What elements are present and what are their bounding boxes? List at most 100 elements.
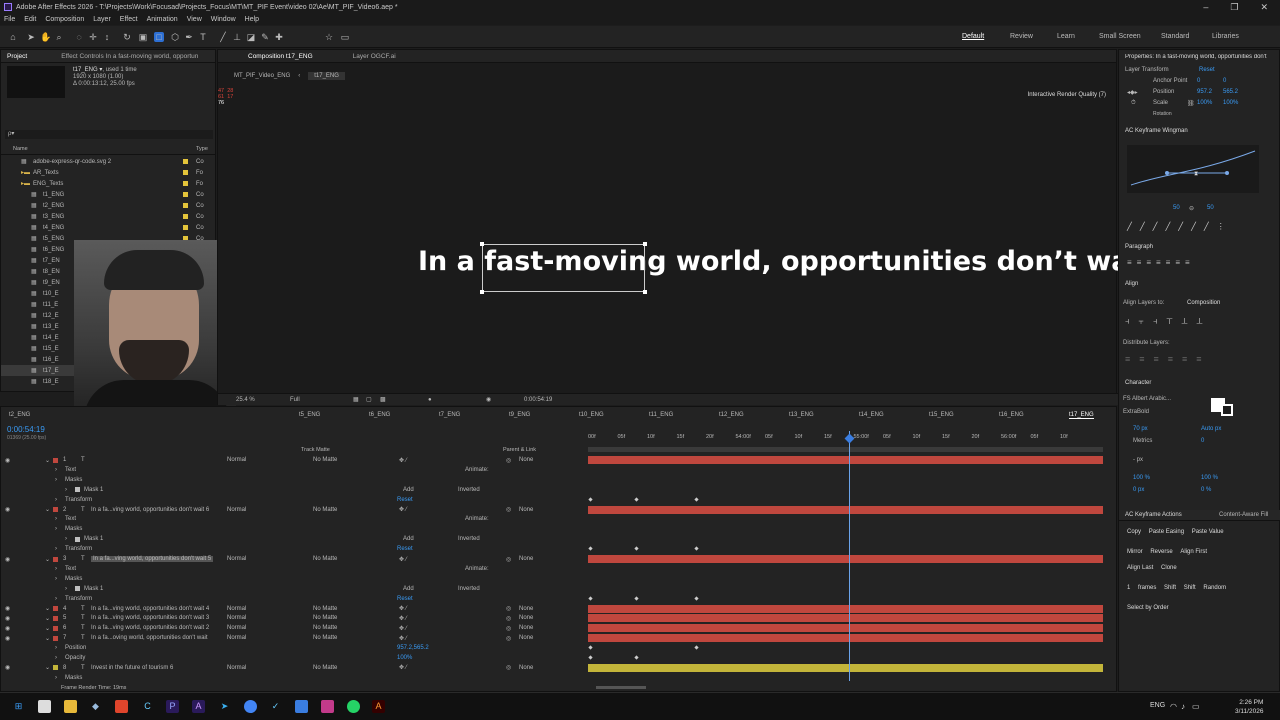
position-x-field[interactable]: 957.2 bbox=[1197, 89, 1212, 95]
layer-name[interactable]: In a fa...oving world, opportunities don… bbox=[91, 635, 208, 641]
layer-duration-bar[interactable] bbox=[588, 505, 1103, 514]
menu-window[interactable]: Window bbox=[211, 16, 236, 23]
switches-icon[interactable]: ✥ ⁄ bbox=[399, 625, 407, 632]
menu-layer[interactable]: Layer bbox=[93, 16, 111, 23]
mask-mode-dropdown[interactable]: Add bbox=[403, 536, 414, 542]
random-button[interactable]: Random bbox=[1203, 585, 1226, 591]
project-tab[interactable]: Project bbox=[7, 53, 27, 60]
illustrator-icon[interactable]: A bbox=[372, 700, 385, 713]
frames-count-field[interactable]: 1 bbox=[1127, 585, 1130, 591]
property-row[interactable]: › Transform Reset bbox=[1, 495, 586, 505]
expand-chevron-icon[interactable]: › bbox=[55, 467, 57, 473]
layer-row[interactable]: ◉ ⌄ 5 T In a fa...ving world, opportunities … bbox=[1, 613, 586, 623]
clock-date[interactable]: 3/11/2026 bbox=[1235, 707, 1263, 716]
eraser-icon[interactable]: ◪ bbox=[246, 32, 256, 42]
expand-chevron-icon[interactable]: ⌄ bbox=[45, 457, 50, 464]
timeline-tab[interactable]: t9_ENG bbox=[509, 412, 530, 418]
layer-label-color[interactable] bbox=[53, 625, 58, 631]
layer-duration-bar[interactable] bbox=[588, 604, 1103, 613]
content-aware-fill-tab[interactable]: Content-Aware Fill bbox=[1219, 512, 1268, 518]
property-row[interactable]: › Masks bbox=[1, 524, 586, 534]
file-explorer-icon[interactable] bbox=[64, 700, 77, 713]
switches-icon[interactable]: ✥ ⁄ bbox=[399, 605, 407, 612]
select-by-order-button[interactable]: Select by Order bbox=[1127, 605, 1169, 611]
blend-mode-dropdown[interactable]: Normal bbox=[227, 507, 246, 513]
menu-composition[interactable]: Composition bbox=[45, 16, 84, 23]
property-row[interactable]: › Position 957.2,565.2 bbox=[1, 643, 586, 653]
bbox-handle-br[interactable] bbox=[643, 290, 647, 294]
bbox-handle-tl[interactable] bbox=[480, 242, 484, 246]
keyframe-marker[interactable] bbox=[694, 595, 699, 601]
zoom-slider[interactable] bbox=[596, 686, 646, 689]
workspace-standard[interactable]: Standard bbox=[1161, 33, 1189, 40]
resolution-dropdown[interactable]: Full bbox=[290, 397, 300, 403]
parent-pickwhip-icon[interactable]: ◎ bbox=[506, 457, 511, 464]
timeline-tab[interactable]: t14_ENG bbox=[859, 412, 884, 418]
visibility-eye-icon[interactable]: ◉ bbox=[5, 615, 10, 622]
menu-animation[interactable]: Animation bbox=[147, 16, 178, 23]
font-style-dropdown[interactable]: ExtraBold bbox=[1123, 409, 1149, 415]
property-row[interactable]: › Masks bbox=[1, 673, 586, 683]
parent-pickwhip-icon[interactable]: ◎ bbox=[506, 625, 511, 632]
ease-out-value[interactable]: 50 bbox=[1207, 205, 1214, 211]
copy-button[interactable]: Copy bbox=[1127, 529, 1141, 535]
home-icon[interactable]: ⌂ bbox=[8, 32, 18, 42]
layer-row[interactable]: ◉ ⌄ 8 T Invest in the future of tourism 6 Nor… bbox=[1, 663, 586, 673]
col-name[interactable]: Name bbox=[13, 146, 28, 152]
project-item[interactable]: ▸▬ AR_Texts Fo bbox=[1, 167, 216, 178]
switches-icon[interactable]: ✥ ⁄ bbox=[399, 506, 407, 513]
premiere-icon[interactable]: P bbox=[166, 700, 179, 713]
expand-chevron-icon[interactable]: ⌄ bbox=[45, 625, 50, 632]
keyframe-marker[interactable] bbox=[588, 546, 593, 551]
clock-time[interactable]: 2:26 PM bbox=[1235, 698, 1263, 707]
transform-reset-link[interactable]: Reset bbox=[397, 546, 413, 552]
clone-stamp-icon[interactable]: ⊥ bbox=[232, 32, 242, 42]
timeline-tab[interactable]: t5_ENG bbox=[299, 412, 320, 418]
expand-chevron-icon[interactable]: › bbox=[55, 516, 57, 522]
property-row[interactable]: › Transform Reset bbox=[1, 594, 586, 604]
timeline-tab[interactable]: t6_ENG bbox=[369, 412, 390, 418]
shift-button-1[interactable]: Shift bbox=[1164, 585, 1176, 591]
battery-icon[interactable]: ▭ bbox=[1192, 702, 1200, 711]
paste-value-button[interactable]: Paste Value bbox=[1192, 529, 1224, 535]
expand-chevron-icon[interactable]: › bbox=[55, 655, 57, 661]
property-row[interactable]: › Text Animate: bbox=[1, 514, 586, 524]
parent-pickwhip-icon[interactable]: ◎ bbox=[506, 615, 511, 622]
snap-box-icon[interactable]: ▭ bbox=[340, 32, 350, 42]
layer-name[interactable]: In a fa...ving world, opportunities don'… bbox=[91, 507, 209, 513]
workspace-review[interactable]: Review bbox=[1010, 33, 1033, 40]
vertical-scale-field[interactable]: 100 % bbox=[1133, 475, 1150, 481]
mask-mode-dropdown[interactable]: Add bbox=[403, 586, 414, 592]
project-item[interactable]: ▦ t2_ENG Co bbox=[1, 200, 216, 211]
layer-label-color[interactable] bbox=[53, 615, 58, 621]
scale-y-field[interactable]: 100% bbox=[1223, 100, 1238, 106]
layer-name[interactable]: In a fa...ving world, opportunities don'… bbox=[91, 606, 209, 612]
breadcrumb-parent[interactable]: MT_PIF_Video_ENG bbox=[234, 73, 290, 79]
switches-icon[interactable]: ✥ ⁄ bbox=[399, 615, 407, 622]
dolly-tool-icon[interactable]: ↕ bbox=[102, 32, 112, 42]
menu-edit[interactable]: Edit bbox=[24, 16, 36, 23]
pen-tool-icon[interactable]: ✒ bbox=[184, 32, 194, 42]
visibility-eye-icon[interactable]: ◉ bbox=[5, 556, 10, 563]
track-matte-dropdown[interactable]: No Matte bbox=[313, 606, 337, 612]
keyframe-marker[interactable] bbox=[694, 546, 699, 551]
align-to-dropdown[interactable]: Composition bbox=[1187, 300, 1220, 306]
telegram-icon[interactable]: ➤ bbox=[218, 700, 231, 713]
rectangle-tool-icon[interactable]: □ bbox=[154, 32, 164, 42]
bbox-handle-tr[interactable] bbox=[643, 242, 647, 246]
expand-chevron-icon[interactable]: ⌄ bbox=[45, 664, 50, 671]
shape-tool-icon[interactable]: ⬡ bbox=[170, 32, 180, 42]
windows-start-icon[interactable]: ⊞ bbox=[12, 700, 25, 713]
parent-dropdown[interactable]: None bbox=[519, 606, 533, 612]
notepad-icon[interactable] bbox=[295, 700, 308, 713]
timeline-tab[interactable]: t7_ENG bbox=[439, 412, 460, 418]
task-view-icon[interactable] bbox=[38, 700, 51, 713]
expand-chevron-icon[interactable]: › bbox=[55, 546, 57, 552]
track-matte-dropdown[interactable]: No Matte bbox=[313, 625, 337, 631]
expand-chevron-icon[interactable]: › bbox=[55, 477, 57, 483]
hand-tool-icon[interactable]: ✋ bbox=[40, 32, 51, 42]
parent-pickwhip-icon[interactable]: ◎ bbox=[506, 664, 511, 671]
expand-chevron-icon[interactable]: › bbox=[55, 497, 57, 503]
project-search-input[interactable]: ρ▾ bbox=[5, 130, 213, 139]
track-matte-dropdown[interactable]: No Matte bbox=[313, 665, 337, 671]
